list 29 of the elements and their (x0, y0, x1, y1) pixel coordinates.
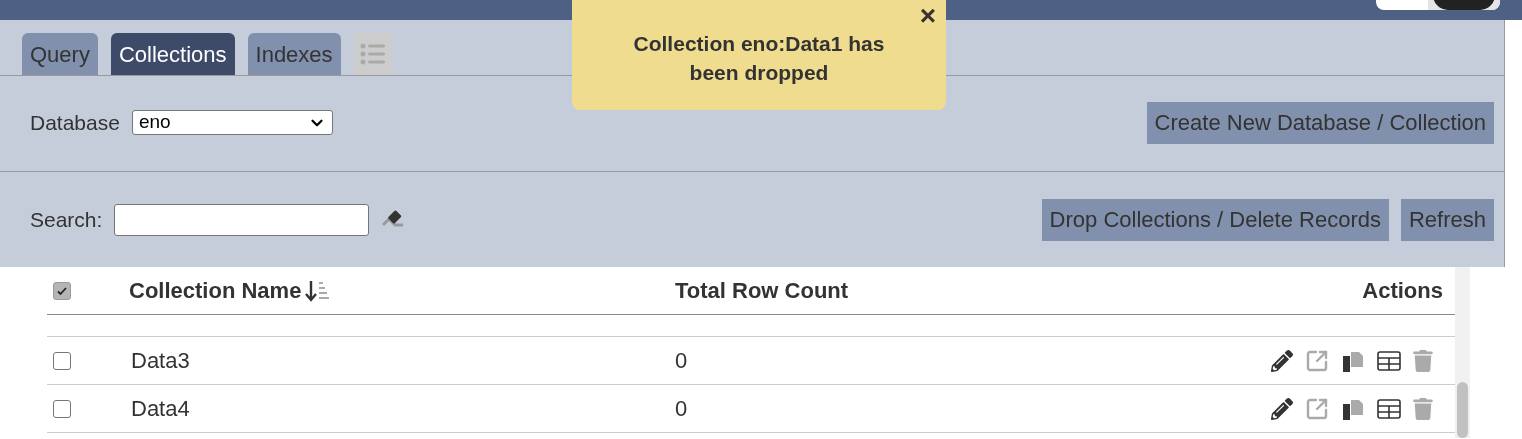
sort-icon[interactable] (305, 278, 332, 303)
table-cell-text: Data3 (130, 347, 191, 375)
table-cell-text: Data4 (130, 395, 191, 423)
toolbar-button[interactable]: Refresh (1400, 198, 1494, 241)
toast-message: Collection eno:Data1 has been dropped (632, 31, 886, 86)
search-label: Search: (30, 206, 103, 233)
column-header[interactable]: Collection Name (129, 274, 675, 307)
table-icon[interactable] (1377, 349, 1401, 372)
tab[interactable]: Indexes (247, 33, 341, 75)
table-icon[interactable] (1377, 397, 1401, 420)
checkbox[interactable] (53, 399, 71, 418)
pencil-icon[interactable] (1271, 349, 1293, 372)
scrollbar[interactable] (1455, 267, 1470, 438)
database-select[interactable]: eno (131, 110, 333, 135)
tab[interactable]: Collections (110, 33, 235, 75)
table-cell-text: 0 (675, 395, 689, 423)
checkbox[interactable] (53, 351, 71, 370)
pencil-icon[interactable] (1271, 397, 1293, 420)
database-label: Database (30, 109, 120, 136)
toolbar-button[interactable]: Drop Collections / Delete Records (1041, 198, 1389, 241)
tab[interactable]: Query (22, 33, 98, 75)
table-cell-text: 0 (675, 347, 689, 375)
create-button[interactable]: Create New Database / Collection (1146, 101, 1494, 144)
column-header: Total Row Count (675, 277, 850, 305)
eraser-icon[interactable] (381, 209, 406, 230)
column-header: Actions (1362, 277, 1444, 305)
checkbox[interactable] (53, 281, 71, 300)
close-button[interactable]: × (919, 2, 936, 30)
search-field[interactable] (114, 203, 370, 236)
